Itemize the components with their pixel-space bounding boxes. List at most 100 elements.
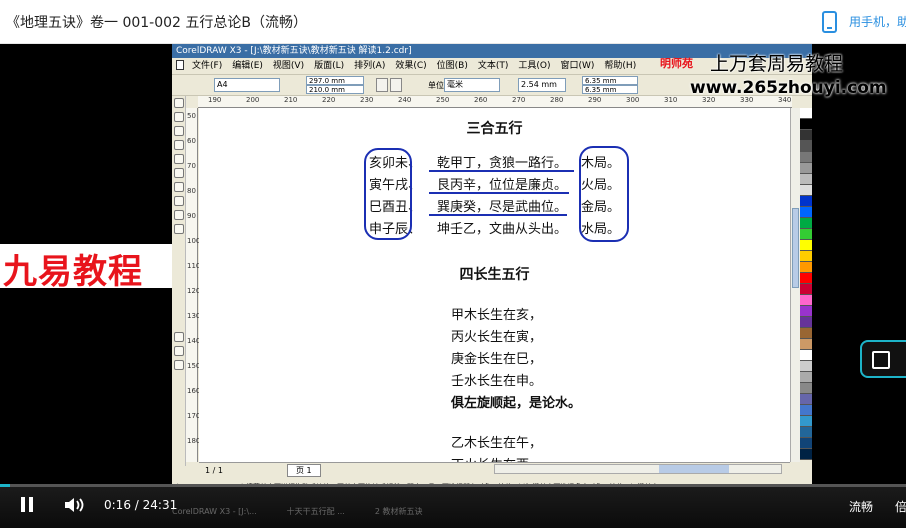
growth-summary: 俱左旋顺起，是论水。 [451,396,582,411]
watermark-brand: 明师苑 [660,57,693,70]
color-swatch [800,339,812,350]
menu-tools: 工具(O) [518,61,551,71]
trine-text: 巽庚癸，尽是武曲位。 [437,200,568,215]
shape-tool-icon [174,112,184,122]
ruler-tick-label: 80 [187,187,196,195]
color-swatch [800,119,812,130]
outline-tool-icon [174,346,184,356]
watermark-url: www.265zhouyi.com [690,78,887,98]
page-width-field: 297.0 mm [306,76,364,85]
color-swatch [800,163,812,174]
watermark-tutorial: 上万套周易教程 [710,53,844,75]
left-brand-banner: 九易教程 [0,244,186,292]
pause-button[interactable] [20,497,34,513]
eyedropper-tool-icon [174,332,184,342]
basic-shapes-tool-icon [174,224,184,234]
color-swatch [800,196,812,207]
color-swatch [800,372,812,383]
duration: 24:31 [142,498,178,512]
page-tab: 页 1 [287,464,321,477]
nudge-field: 2.54 mm [518,78,566,92]
pick-tool-icon [174,98,184,108]
recorded-taskbar: CorelDRAW X3 - [J:\... 十天干五行配 ... 2 教材新五诀 [172,506,812,524]
ruler-tick-label: 290 [588,96,602,104]
color-swatch [800,438,812,449]
color-swatch [800,185,812,196]
menu-effects: 效果(C) [395,61,427,71]
color-swatch [800,141,812,152]
color-swatch [800,306,812,317]
color-swatch [800,262,812,273]
video-player[interactable]: 九易教程 CorelDRAW X3 - [J:\教材新五诀\教材新五诀 解读1.… [0,44,906,528]
menu-bitmaps: 位图(B) [436,61,468,71]
menu-view: 视图(V) [272,61,305,71]
ruler-tick-label: 60 [187,137,196,145]
left-brand-text: 九易教程 [3,252,143,292]
color-swatch [800,427,812,438]
color-swatch [800,207,812,218]
phone-icon[interactable] [822,11,837,33]
color-swatch [800,405,812,416]
color-swatch [800,273,812,284]
ruler-tick-label: 50 [187,112,196,120]
annotation-underline [429,214,567,216]
menu-help: 帮助(H) [604,61,637,71]
document-icon [176,60,184,70]
watch-on-phone-link[interactable]: 用手机，助 [849,13,906,30]
menu-edit: 编辑(E) [232,61,263,71]
heading-trine-elements: 三合五行 [466,121,523,137]
ruler-tick-label: 300 [626,96,640,104]
color-swatch [800,229,812,240]
trine-text: 乾甲丁，贪狼一路行。 [437,156,568,171]
progress-bar[interactable] [0,484,906,487]
annotation-underline [429,170,574,172]
ruler-tick-label: 200 [246,96,260,104]
scrollbar-thumb [792,208,799,288]
freehand-tool-icon [174,154,184,164]
vertical-scrollbar [790,108,800,462]
volume-button[interactable] [64,496,86,514]
color-swatch [800,295,812,306]
growth-line: 乙木长生在午， [451,436,543,451]
video-title: 《地理五诀》卷一 001-002 五行总论B（流畅） [6,15,307,31]
scrollbar-thumb [659,465,729,473]
ruler-tick-label: 210 [284,96,298,104]
ruler-tick-label: 260 [474,96,488,104]
ruler-tick-label: 220 [322,96,336,104]
ruler-tick-label: 90 [187,212,196,220]
time-display: 0:16 / 24:31 [104,498,177,512]
ruler-tick-label: 230 [360,96,374,104]
trine-text: 艮丙辛，位位是廉贞。 [437,178,568,193]
quality-button[interactable]: 流畅 [849,498,873,515]
color-palette [800,108,812,478]
menu-text: 文本(T) [477,61,509,71]
fill-tool-icon [174,360,184,370]
paper-size-field: A4 [214,78,280,92]
current-time: 0:16 [104,498,131,512]
smart-fill-tool-icon [174,168,184,178]
color-swatch [800,218,812,229]
ruler-tick-label: 310 [664,96,678,104]
color-swatch [800,240,812,251]
ruler-tick-label: 190 [208,96,222,104]
speed-button[interactable]: 倍 [895,498,906,515]
heading-four-growth: 四长生五行 [459,267,530,283]
color-swatch [800,328,812,339]
picture-in-picture-button[interactable] [860,340,906,378]
color-swatch [800,317,812,328]
color-swatch [800,251,812,262]
polygon-tool-icon [174,210,184,220]
zoom-tool-icon [174,140,184,150]
time-separator: / [130,498,143,512]
page-header: 《地理五诀》卷一 001-002 五行总论B（流畅） 用手机，助 [0,0,906,44]
landscape-icon [390,78,402,92]
speaker-icon [65,498,84,512]
taskbar-item: CorelDRAW X3 - [J:\... [172,507,257,516]
color-swatch [800,108,812,119]
trine-text: 坤壬乙，文曲从头出。 [437,222,568,237]
drawing-canvas: 三合五行 亥卯未、 乾甲丁，贪狼一路行。 木局。 寅午戌、 艮丙辛，位位是廉贞。 火局。… [199,108,790,462]
growth-line: 甲木长生在亥， [451,308,543,323]
annotation-underline [429,192,569,194]
rectangle-tool-icon [174,182,184,192]
menu-file: 文件(F) [192,61,223,71]
